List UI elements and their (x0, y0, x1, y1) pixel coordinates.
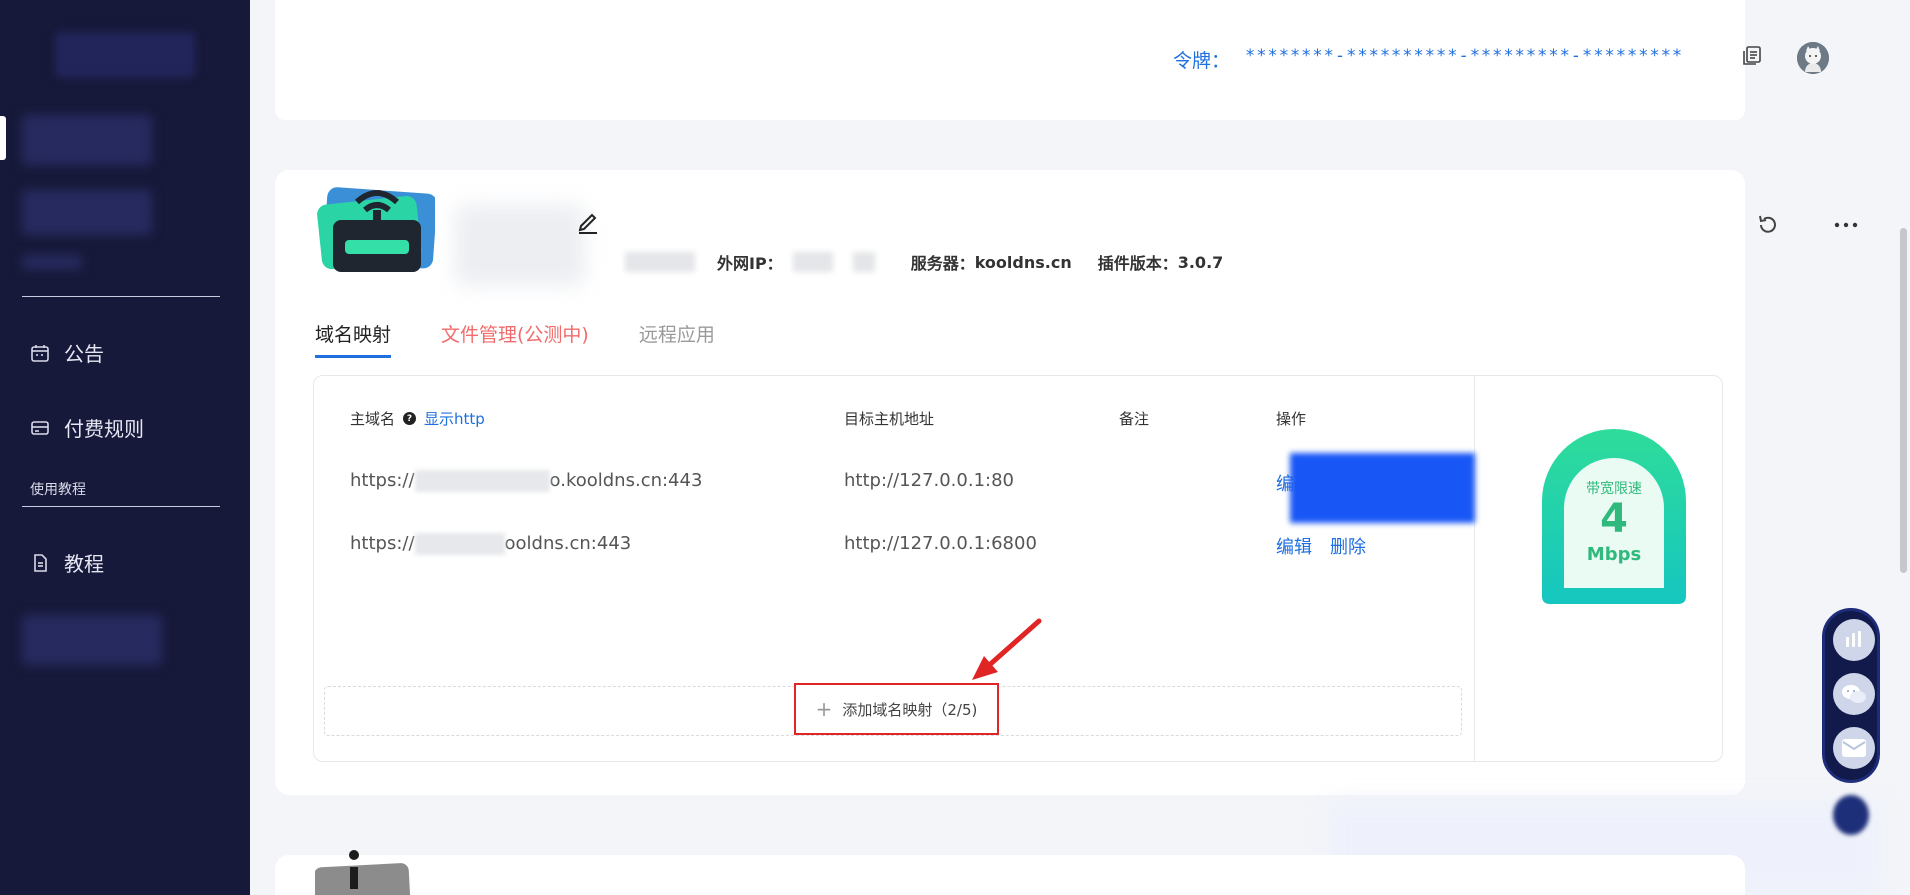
sidebar-item-label: 付费规则 (64, 417, 144, 441)
domain-mapping-panel: 主域名 ? 显示http 目标主机地址 备注 操作 https://o.kool… (313, 375, 1723, 762)
server-value: kooldns.cn (974, 252, 1072, 272)
device-name-blurred (455, 205, 585, 285)
token-label: 令牌： (1173, 50, 1231, 72)
tab-domain-mapping[interactable]: 域名映射 (315, 320, 392, 358)
sidebar-item-blurred[interactable] (22, 115, 152, 165)
bandwidth-unit: Mbps (1586, 544, 1642, 565)
sidebar-item-tutorial[interactable]: 教程 (30, 548, 104, 577)
refresh-icon[interactable] (1755, 212, 1781, 238)
edit-button[interactable]: 编辑 (1276, 533, 1312, 559)
table-row: https://ooldns.cn:443 (350, 533, 632, 555)
tab-bar: 域名映射 文件管理(公测中) 远程应用 (315, 320, 715, 358)
sidebar-active-indicator (0, 116, 6, 160)
more-icon[interactable] (1833, 212, 1859, 238)
show-http-link[interactable]: 显示http (424, 408, 485, 429)
sidebar-item-blurred[interactable] (22, 615, 162, 665)
sidebar: 公告 付费规则 使用教程 教程 (0, 0, 250, 895)
floating-button-chat[interactable] (1833, 673, 1875, 715)
column-header-domain: 主域名 ? 显示http (350, 408, 485, 429)
top-header: 令牌： ********-**********-*********-******… (275, 0, 1761, 120)
delete-button[interactable]: 删除 (1330, 533, 1366, 559)
device-icon (315, 850, 412, 895)
logo (55, 32, 195, 78)
column-header-target: 目标主机地址 (844, 410, 935, 428)
bandwidth-badge: 带宽限速 4 Mbps (1534, 426, 1694, 606)
sidebar-section-blurred (22, 255, 82, 269)
column-header-note: 备注 (1119, 410, 1150, 428)
sidebar-section-title: 使用教程 (30, 482, 86, 498)
target-address: http://127.0.0.1:6800 (844, 533, 1037, 554)
bandwidth-upgrade-blurred[interactable] (1290, 453, 1475, 523)
sidebar-item-label: 公告 (64, 342, 104, 366)
avatar[interactable] (1797, 42, 1829, 74)
scrollbar[interactable] (1900, 228, 1907, 573)
device-id-blurred (625, 252, 695, 272)
plugin-version-value: 3.0.7 (1177, 252, 1224, 272)
token-value[interactable]: ********-**********-*********-********* (1245, 46, 1683, 66)
sidebar-item-blurred[interactable] (22, 190, 152, 235)
server-label: 服务器： (910, 254, 975, 273)
column-header-ops: 操作 (1276, 410, 1307, 428)
help-icon[interactable]: ? (403, 412, 417, 425)
device-card: 外网IP： 服务器： kooldns.cn 插件版本： 3.0.7 域名映射 文… (275, 170, 1858, 795)
device-card (275, 850, 1745, 895)
wan-ip-label: 外网IP： (717, 254, 783, 273)
add-domain-mapping-button[interactable]: + 添加域名映射（2/5) (794, 683, 999, 735)
floating-button-stats[interactable] (1833, 619, 1875, 661)
calendar-icon (31, 344, 49, 362)
plugin-version-label: 插件版本： (1097, 254, 1178, 273)
bandwidth-value: 4 (1600, 496, 1628, 542)
bar-chart-icon (1846, 631, 1861, 647)
sidebar-item-announcement[interactable]: 公告 (30, 338, 104, 367)
user-avatar-icon (1797, 42, 1829, 74)
tab-remote-apps[interactable]: 远程应用 (639, 320, 715, 358)
wechat-icon (1842, 685, 1866, 703)
mail-icon (1842, 739, 1866, 757)
sidebar-item-billing[interactable]: 付费规则 (30, 413, 144, 442)
device-info-row: 外网IP： 服务器： kooldns.cn 插件版本： 3.0.7 (625, 250, 1249, 274)
sidebar-divider (22, 296, 220, 297)
edit-icon[interactable] (575, 208, 601, 234)
table-row: https://o.kooldns.cn:443 (350, 470, 703, 492)
sidebar-item-label: 教程 (64, 552, 104, 576)
router-device-icon (317, 187, 435, 272)
floating-toolbar (1822, 608, 1880, 783)
floating-button-mail[interactable] (1833, 727, 1875, 769)
bandwidth-title: 带宽限速 (1586, 481, 1642, 497)
copy-icon[interactable] (1740, 44, 1764, 68)
plus-icon: + (815, 697, 833, 721)
tab-file-management[interactable]: 文件管理(公测中) (441, 320, 589, 358)
sidebar-divider (22, 506, 220, 507)
floating-button-blurred[interactable] (1833, 795, 1869, 835)
card-icon (31, 420, 49, 435)
panel-divider (1474, 376, 1475, 761)
annotation-arrow (972, 618, 1042, 680)
document-icon (34, 553, 47, 572)
target-address: http://127.0.0.1:80 (844, 470, 1014, 491)
